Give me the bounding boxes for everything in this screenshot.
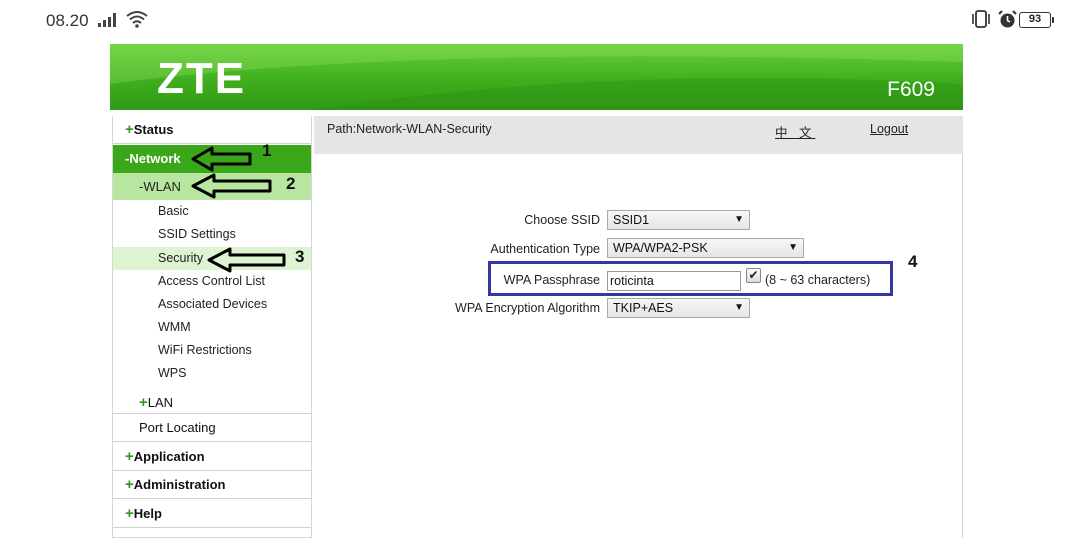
wpa-encryption-label: WPA Encryption Algorithm [455, 301, 600, 315]
choose-ssid-label: Choose SSID [524, 213, 600, 227]
annotation-arrow-icon [191, 173, 272, 199]
annotation-arrow-icon [191, 146, 252, 172]
authentication-type-label: Authentication Type [490, 242, 600, 256]
sidebar-item-port-locating[interactable]: Port Locating [113, 414, 311, 442]
zte-logo: ZTE [157, 54, 247, 103]
annotation-number-3: 3 [295, 247, 305, 266]
annotation-number-2: 2 [286, 174, 296, 193]
dropdown-arrow-icon: ▼ [734, 302, 744, 313]
annotation-highlight-box [488, 261, 893, 296]
sidebar-item-label: Application [133, 449, 205, 464]
phone-status-bar: 08.20 93 [0, 0, 1066, 40]
sidebar-item-application[interactable]: +Application [113, 443, 311, 471]
annotation-number-1: 1 [262, 141, 272, 160]
sidebar-item-help[interactable]: +Help [113, 500, 311, 528]
model-name: F609 [887, 78, 935, 101]
sidebar-item-label: LAN [147, 395, 174, 410]
annotation-arrow-icon [207, 247, 286, 273]
dropdown-arrow-icon: ▼ [788, 242, 798, 253]
sidebar-item-administration[interactable]: +Administration [113, 471, 311, 499]
wpa-encryption-select[interactable]: TKIP+AES ▼ [607, 298, 750, 318]
wifi-icon [126, 11, 148, 28]
sidebar-item-wifi-restrictions[interactable]: WiFi Restrictions [113, 339, 311, 362]
content-topbar: Path:Network-WLAN-Security 中 文 Logout [314, 116, 963, 154]
breadcrumb: Path:Network-WLAN-Security [327, 122, 492, 136]
sidebar-item-label: Status [133, 122, 174, 137]
battery-icon: 93 [1019, 12, 1054, 28]
sidebar-item-basic[interactable]: Basic [113, 200, 311, 223]
plus-icon: + [125, 448, 134, 465]
choose-ssid-select[interactable]: SSID1 ▼ [607, 210, 750, 230]
sidebar-item-label: -Network [125, 151, 181, 166]
sidebar-item-access-control-list[interactable]: Access Control List [113, 270, 311, 293]
authentication-type-select[interactable]: WPA/WPA2-PSK ▼ [607, 238, 804, 258]
sidebar-item-wps[interactable]: WPS [113, 362, 311, 385]
vibrate-icon [972, 10, 990, 28]
choose-ssid-value: SSID1 [613, 213, 650, 227]
sidebar-item-lan[interactable]: +LAN [113, 390, 311, 414]
sidebar-item-label: Administration [133, 477, 226, 492]
sidebar-item-wmm[interactable]: WMM [113, 316, 311, 339]
alarm-icon [998, 10, 1017, 28]
content-right-border [962, 154, 963, 538]
sidebar-item-label: -WLAN [139, 179, 181, 194]
plus-icon: + [125, 505, 134, 522]
sidebar-item-ssid-settings[interactable]: SSID Settings [113, 223, 311, 246]
plus-icon: + [125, 476, 134, 493]
router-header: ZTE F609 [110, 44, 963, 110]
authentication-type-value: WPA/WPA2-PSK [613, 241, 708, 255]
sidebar-item-label: Help [133, 506, 162, 521]
sidebar-item-status[interactable]: +Status [113, 116, 311, 144]
logout-link[interactable]: Logout [870, 122, 908, 136]
dropdown-arrow-icon: ▼ [734, 214, 744, 225]
language-link[interactable]: 中 文 [775, 122, 815, 141]
signal-icon [98, 13, 116, 27]
plus-icon: + [139, 394, 148, 411]
wpa-encryption-value: TKIP+AES [613, 301, 674, 315]
clock-time: 08.20 [46, 11, 89, 30]
annotation-number-4: 4 [908, 252, 918, 271]
plus-icon: + [125, 121, 134, 138]
sidebar-item-associated-devices[interactable]: Associated Devices [113, 293, 311, 316]
